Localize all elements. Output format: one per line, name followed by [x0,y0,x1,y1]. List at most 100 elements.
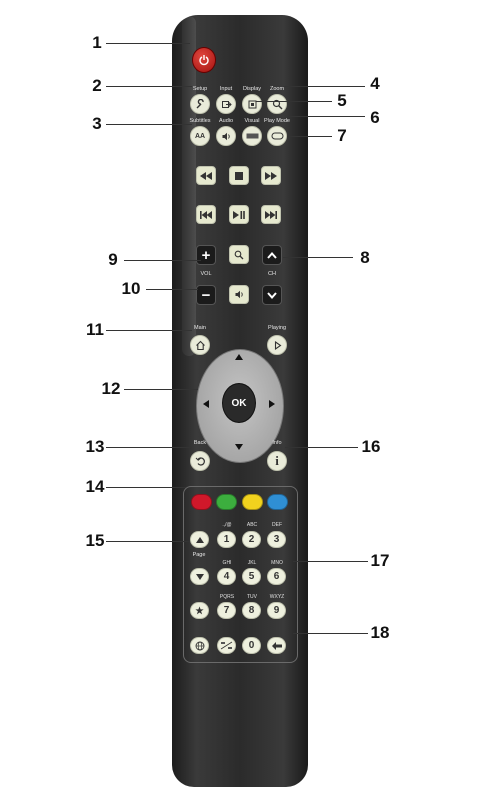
backspace-button[interactable] [267,637,286,654]
favorite-button[interactable] [190,602,209,619]
nav-up-button[interactable] [235,354,243,360]
speaker-icon [222,132,230,140]
play-pause-icon [233,210,245,219]
key-3-label: 3 [273,534,280,545]
leader-7 [287,136,332,137]
input-button[interactable] [216,94,236,114]
key-0-label: 0 [248,640,255,651]
main-button[interactable] [190,335,210,355]
key7-letters: PQRS [219,594,235,600]
triangle-down-icon [195,573,204,580]
play-circle-icon [274,340,281,350]
main-label: Main [194,325,206,331]
playmode-icon [271,132,283,140]
key-4-label: 4 [223,571,230,582]
audio-label: Audio [218,118,234,124]
volume-up-button[interactable]: + [196,245,216,265]
callout-2: 2 [92,76,102,95]
zoom-button[interactable] [267,94,287,114]
key-9[interactable]: 9 [267,602,286,619]
back-icon [195,456,205,466]
leader-6 [289,116,365,117]
display-button[interactable] [242,94,262,114]
back-button[interactable] [190,451,210,471]
callout-9: 9 [108,250,118,269]
key-5[interactable]: 5 [242,568,261,585]
key-3[interactable]: 3 [267,531,286,548]
key2-letters: ABC [246,522,258,528]
mute-button[interactable] [229,285,249,304]
nav-left-button[interactable] [203,400,209,408]
back-label: Back [193,440,207,446]
key-6[interactable]: 6 [267,568,286,585]
key-2-label: 2 [248,534,255,545]
key-8[interactable]: 8 [242,602,261,619]
ch-label: CH [268,271,276,277]
callout-3: 3 [92,114,102,133]
red-button[interactable] [191,494,212,510]
volume-down-button[interactable]: − [196,285,216,305]
nav-down-button[interactable] [235,444,243,450]
key-6-label: 6 [273,571,280,582]
rewind-icon [200,171,212,180]
callout-1: 1 [92,33,102,52]
key-4[interactable]: 4 [217,568,236,585]
mute-speaker-icon [235,290,243,299]
power-icon [199,55,209,66]
key-8-label: 8 [248,605,255,616]
leader-13 [106,447,192,448]
fast-forward-button[interactable] [261,166,281,185]
yellow-button[interactable] [242,494,263,510]
key-7[interactable]: 7 [217,602,236,619]
web-button[interactable] [190,637,209,654]
callout-5: 5 [337,91,347,110]
stop-button[interactable] [229,166,249,185]
rewind-button[interactable] [196,166,216,185]
callout-13: 13 [85,437,105,456]
skip-back-button[interactable] [196,205,216,224]
info-button[interactable]: i [267,451,287,471]
key-0[interactable]: 0 [242,637,261,654]
key8-letters: TUV [247,594,257,600]
ok-button[interactable]: OK [222,383,256,423]
chevron-up-icon [267,251,277,259]
search-button[interactable] [229,245,249,264]
setup-button[interactable] [190,94,210,114]
home-icon [195,340,205,350]
green-button[interactable] [216,494,237,510]
leader-10 [146,289,198,290]
leader-11 [106,330,192,331]
page-up-button[interactable] [190,531,209,548]
power-button[interactable] [192,47,216,73]
visual-button[interactable] [242,126,262,146]
globe-icon [195,641,204,650]
audio-button[interactable] [216,126,236,146]
key-5-label: 5 [248,571,255,582]
skip-back-icon [200,210,212,219]
callout-4: 4 [370,74,380,93]
callout-11: 11 [86,320,104,339]
remote-diagram: Setup Input Display Zoom Subtitles Audio… [0,0,482,801]
key-1[interactable]: 1 [217,531,236,548]
subtitles-icon: AA [194,132,206,140]
key4-letters: GHI [222,560,232,566]
leader-18 [293,633,368,634]
key3-letters: DEF [272,522,282,528]
page-down-button[interactable] [190,568,209,585]
callout-17: 17 [370,551,390,570]
visual-icon [246,133,258,139]
skip-forward-button[interactable] [261,205,281,224]
subtitles-button[interactable]: AA [190,126,210,146]
key-1-label: 1 [223,534,230,545]
play-mode-button[interactable] [267,126,287,146]
nav-right-button[interactable] [269,400,275,408]
play-pause-button[interactable] [229,205,249,224]
key-2[interactable]: 2 [242,531,261,548]
caps-num-button[interactable] [217,637,236,654]
channel-down-button[interactable] [262,285,282,305]
key6-letters: MNO [271,560,283,566]
callout-6: 6 [370,108,380,127]
blue-button[interactable] [267,494,288,510]
channel-up-button[interactable] [262,245,282,265]
playing-button[interactable] [267,335,287,355]
